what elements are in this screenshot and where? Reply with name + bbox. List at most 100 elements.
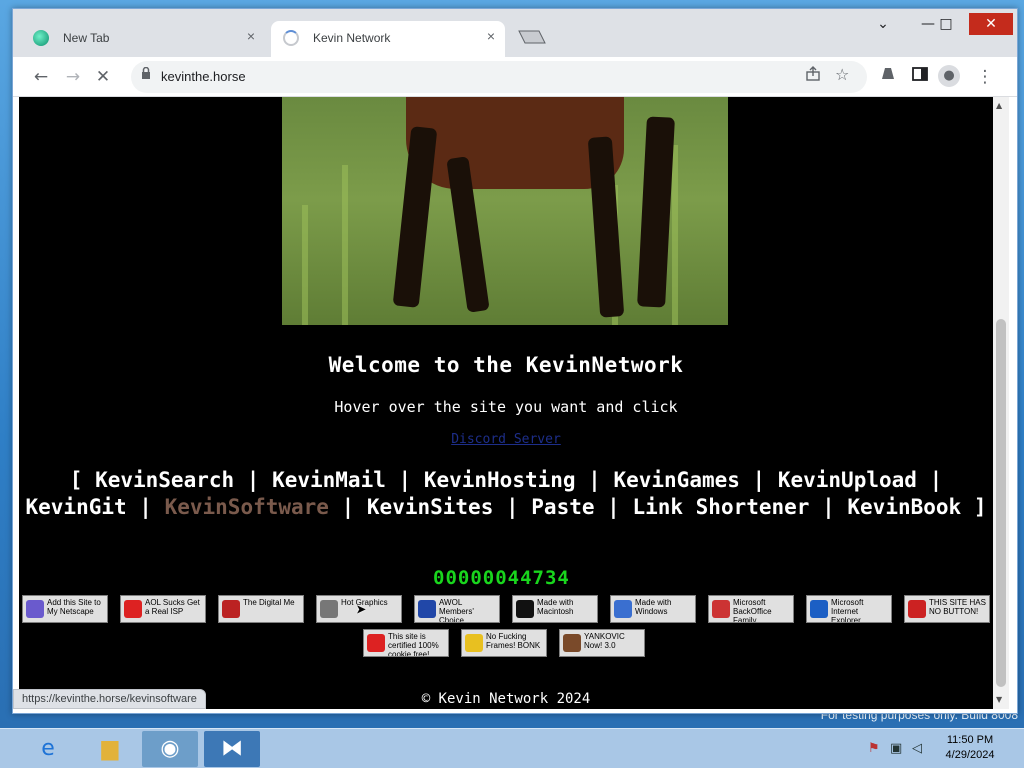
nav-separator: |: [328, 495, 367, 519]
badge-row-1: Add this Site to My Netscape AOL Sucks Ge…: [19, 595, 993, 625]
menu-button[interactable]: ⋮: [973, 65, 997, 89]
nav-link-paste[interactable]: Paste: [531, 495, 594, 519]
badge-label: The Digital Me: [243, 598, 295, 607]
clock-time: 11:50 PM: [946, 734, 994, 746]
back-button[interactable]: ←: [29, 65, 53, 89]
badge-logo-icon: [712, 600, 730, 618]
action-center-icon[interactable]: ⚑: [868, 741, 880, 756]
badge-label: This site is certified 100% cookie free!: [388, 632, 439, 657]
instruction-text: Hover over the site you want and click: [334, 398, 678, 416]
hit-counter: 00000044734: [433, 567, 570, 589]
nav-separator: |: [594, 495, 633, 519]
nav-link-kevinupload[interactable]: KevinUpload: [778, 468, 917, 492]
status-bar-url: https://kevinthe.horse/kevinsoftware: [13, 689, 206, 709]
badge-logo-icon: [614, 600, 632, 618]
tab-kevin-network[interactable]: Kevin Network ×: [271, 21, 505, 57]
new-tab-button[interactable]: [517, 29, 547, 47]
nav-separator: |: [575, 468, 614, 492]
tab-title: Kevin Network: [313, 31, 391, 45]
nav-separator: |: [739, 468, 778, 492]
web-badge-button[interactable]: No Fucking Frames! BONK: [461, 629, 547, 657]
web-badge-button[interactable]: Microsoft BackOffice Family: [708, 595, 794, 623]
vertical-scrollbar[interactable]: ▲ ▼: [993, 97, 1009, 709]
nav-separator: |: [809, 495, 848, 519]
web-badge-button[interactable]: Made with Macintosh: [512, 595, 598, 623]
vscode-icon[interactable]: ⧓: [204, 731, 260, 767]
badge-label: YANKOVIC Now! 3.0: [584, 632, 625, 650]
close-window-button[interactable]: ✕: [969, 13, 1013, 35]
scroll-up-arrow-icon[interactable]: ▲: [996, 101, 1002, 110]
web-badge-button[interactable]: THIS SITE HAS NO BUTTON!: [904, 595, 990, 623]
forward-button[interactable]: →: [61, 65, 85, 89]
nav-link-kevinbook[interactable]: KevinBook: [847, 495, 961, 519]
clock-date: 4/29/2024: [945, 749, 995, 761]
web-badge-button[interactable]: This site is certified 100% cookie free!: [363, 629, 449, 657]
badge-logo-icon: [222, 600, 240, 618]
badge-label: Made with Macintosh: [537, 598, 574, 616]
nav-separator: |: [493, 495, 532, 519]
badge-logo-icon: [418, 600, 436, 618]
ie-icon[interactable]: e: [20, 731, 76, 767]
nav-link-kevingit[interactable]: KevinGit: [26, 495, 127, 519]
badge-label: AOL Sucks Get a Real ISP: [145, 598, 200, 616]
badge-logo-icon: [908, 600, 926, 618]
new-tab-icon: [518, 30, 546, 44]
loading-spinner-icon: [283, 30, 299, 46]
nav-separator: |: [126, 495, 165, 519]
nav-link-kevingames[interactable]: KevinGames: [613, 468, 739, 492]
nav-separator: |: [385, 468, 424, 492]
network-icon[interactable]: ▣: [890, 741, 902, 756]
nav-separator: |: [234, 468, 273, 492]
share-icon[interactable]: [805, 66, 821, 86]
new-tab-favicon-icon: [33, 30, 49, 46]
maximize-button[interactable]: □: [931, 13, 961, 35]
web-badge-button[interactable]: Microsoft Internet Explorer: [806, 595, 892, 623]
extensions-icon[interactable]: [877, 65, 901, 89]
badge-label: Add this Site to My Netscape: [47, 598, 101, 616]
badge-row-2: This site is certified 100% cookie free!…: [19, 629, 993, 661]
web-badge-button[interactable]: The Digital Me: [218, 595, 304, 623]
stop-loading-button[interactable]: ✕: [91, 65, 115, 89]
side-panel-icon[interactable]: [908, 65, 932, 89]
nav-link-kevinmail[interactable]: KevinMail: [272, 468, 386, 492]
tab-close-icon[interactable]: ×: [247, 28, 255, 44]
web-badge-button[interactable]: AWOL Members' Choice: [414, 595, 500, 623]
volume-muted-icon[interactable]: ◁: [912, 741, 922, 756]
site-navigation: [ KevinSearch | KevinMail | KevinHosting…: [23, 467, 989, 521]
tab-new-tab[interactable]: New Tab ×: [21, 21, 265, 57]
system-clock[interactable]: 11:50 PM 4/29/2024: [930, 733, 1010, 763]
browser-window: New Tab × Kevin Network × ⌄ — □ ✕ ← → ✕ …: [12, 8, 1018, 714]
profile-avatar-icon[interactable]: ●: [938, 65, 960, 87]
scrollbar-thumb[interactable]: [996, 319, 1006, 687]
badge-label: Made with Windows: [635, 598, 672, 616]
nav-link-link-shortener[interactable]: Link Shortener: [632, 495, 809, 519]
badge-label: Microsoft BackOffice Family: [733, 598, 772, 623]
nav-link-kevinsearch[interactable]: KevinSearch: [95, 468, 234, 492]
tab-title: New Tab: [63, 31, 110, 45]
badge-logo-icon: [367, 634, 385, 652]
tab-close-icon[interactable]: ×: [487, 28, 495, 44]
chrome-icon[interactable]: ◉: [142, 731, 198, 767]
badge-logo-icon: [810, 600, 828, 618]
web-badge-button[interactable]: AOL Sucks Get a Real ISP: [120, 595, 206, 623]
scroll-down-arrow-icon[interactable]: ▼: [996, 695, 1002, 704]
address-bar[interactable]: kevinthe.horse ☆: [131, 61, 867, 93]
file-explorer-icon[interactable]: ▆: [82, 731, 138, 767]
tab-strip: New Tab × Kevin Network × ⌄ — □ ✕: [13, 9, 1017, 57]
nav-link-kevinsites[interactable]: KevinSites: [367, 495, 493, 519]
web-badge-button[interactable]: Add this Site to My Netscape: [22, 595, 108, 623]
badge-logo-icon: [124, 600, 142, 618]
web-badge-button[interactable]: Made with Windows: [610, 595, 696, 623]
web-badge-button[interactable]: YANKOVIC Now! 3.0: [559, 629, 645, 657]
nav-link-kevinhosting[interactable]: KevinHosting: [424, 468, 576, 492]
tab-search-button[interactable]: ⌄: [863, 13, 903, 35]
horse-image: [282, 97, 728, 325]
taskbar: e ▆ ◉ ⧓ ⚑ ▣ ◁ 11:50 PM 4/29/2024: [0, 728, 1024, 768]
discord-link[interactable]: Discord Server: [19, 432, 993, 447]
mouse-cursor-icon: ➤: [356, 600, 367, 621]
url-text[interactable]: kevinthe.horse: [161, 69, 246, 84]
bookmark-star-icon[interactable]: ☆: [835, 65, 849, 84]
nav-bracket-close: ]: [961, 495, 987, 519]
nav-link-kevinsoftware[interactable]: KevinSoftware: [165, 495, 329, 519]
badge-logo-icon: [26, 600, 44, 618]
